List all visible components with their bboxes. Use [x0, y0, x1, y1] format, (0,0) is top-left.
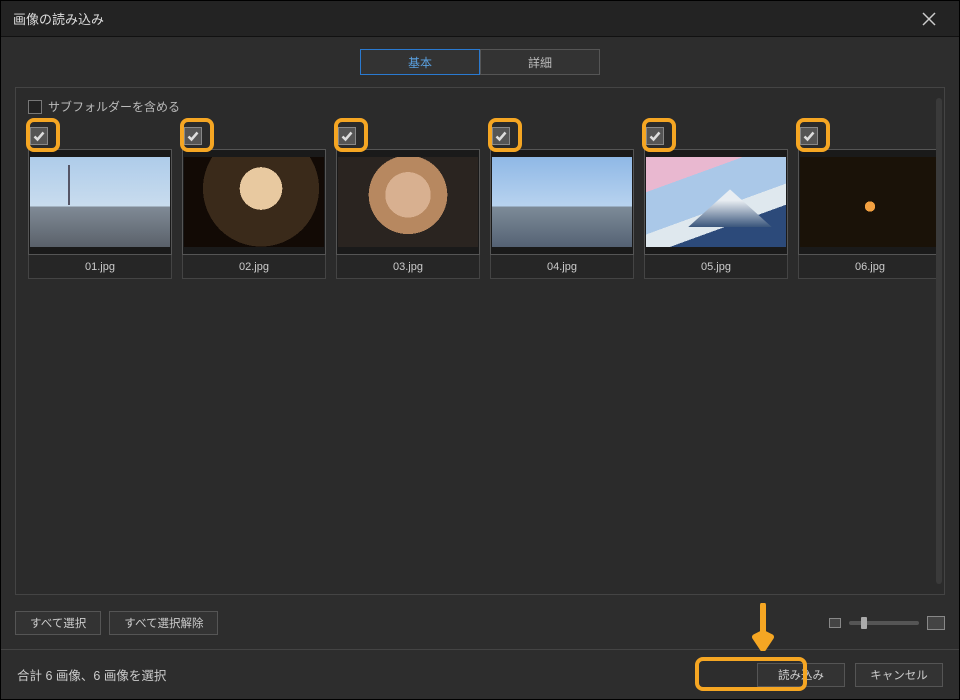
close-icon [922, 12, 936, 26]
thumbnail-filename: 06.jpg [798, 255, 942, 279]
thumbnail-size-slider[interactable] [849, 621, 919, 625]
thumbnail-card[interactable]: 03.jpg [336, 123, 480, 279]
thumbnail-filename: 02.jpg [182, 255, 326, 279]
thumbnail-checkbox[interactable] [800, 127, 818, 145]
thumb-small-icon[interactable] [829, 618, 841, 628]
check-icon [803, 130, 815, 142]
select-all-button[interactable]: すべて選択 [15, 611, 101, 635]
thumbnail-image [184, 157, 324, 247]
deselect-all-button[interactable]: すべて選択解除 [109, 611, 218, 635]
thumbnail-filename: 04.jpg [490, 255, 634, 279]
thumb-large-icon[interactable] [927, 616, 945, 630]
thumbnail-card[interactable]: 02.jpg [182, 123, 326, 279]
check-icon [495, 130, 507, 142]
thumbnail-checkbox[interactable] [646, 127, 664, 145]
check-icon [187, 130, 199, 142]
selection-toolbar: すべて選択 すべて選択解除 [15, 603, 945, 643]
thumbnail-frame [490, 149, 634, 255]
check-icon [649, 130, 661, 142]
import-button[interactable]: 読み込み [757, 663, 845, 687]
footer: 合計 6 画像、6 画像を選択 読み込み キャンセル [1, 649, 959, 699]
include-subfolders-label: サブフォルダーを含める [48, 98, 180, 115]
thumbnail-frame [336, 149, 480, 255]
tab-basic[interactable]: 基本 [360, 49, 480, 75]
thumbnail-card[interactable]: 05.jpg [644, 123, 788, 279]
thumbnail-filename: 03.jpg [336, 255, 480, 279]
thumbnail-filename: 01.jpg [28, 255, 172, 279]
thumbnail-size-control [829, 616, 945, 630]
vertical-scrollbar[interactable] [936, 98, 942, 584]
thumbnail-checkbox[interactable] [30, 127, 48, 145]
include-subfolders-row: サブフォルダーを含める [28, 98, 932, 115]
thumbnail-card[interactable]: 04.jpg [490, 123, 634, 279]
tab-advanced[interactable]: 詳細 [480, 49, 600, 75]
thumbnail-frame [644, 149, 788, 255]
window-title: 画像の読み込み [13, 9, 911, 28]
thumbnail-filename: 05.jpg [644, 255, 788, 279]
slider-knob[interactable] [861, 617, 867, 629]
close-button[interactable] [911, 1, 947, 37]
thumbnail-image [338, 157, 478, 247]
thumbnail-checkbox[interactable] [184, 127, 202, 145]
cancel-button[interactable]: キャンセル [855, 663, 943, 687]
thumbnail-card[interactable]: 06.jpg [798, 123, 942, 279]
titlebar: 画像の読み込み [1, 1, 959, 37]
check-icon [341, 130, 353, 142]
tab-bar: 基本 詳細 [1, 37, 959, 87]
thumbnail-grid: 01.jpg 02.jpg [28, 123, 932, 279]
status-text: 合計 6 画像、6 画像を選択 [17, 665, 747, 684]
thumbnail-frame [182, 149, 326, 255]
thumbnail-image [492, 157, 632, 247]
thumbnail-image [646, 157, 786, 247]
check-icon [33, 130, 45, 142]
include-subfolders-checkbox[interactable] [28, 100, 42, 114]
thumbnail-card[interactable]: 01.jpg [28, 123, 172, 279]
thumbnail-image [800, 157, 940, 247]
content-area: サブフォルダーを含める 01.jpg [15, 87, 945, 595]
import-dialog: 画像の読み込み 基本 詳細 サブフォルダーを含める 01 [0, 0, 960, 700]
thumbnail-frame [798, 149, 942, 255]
thumbnail-frame [28, 149, 172, 255]
thumbnail-checkbox[interactable] [338, 127, 356, 145]
thumbnail-image [30, 157, 170, 247]
thumbnail-checkbox[interactable] [492, 127, 510, 145]
